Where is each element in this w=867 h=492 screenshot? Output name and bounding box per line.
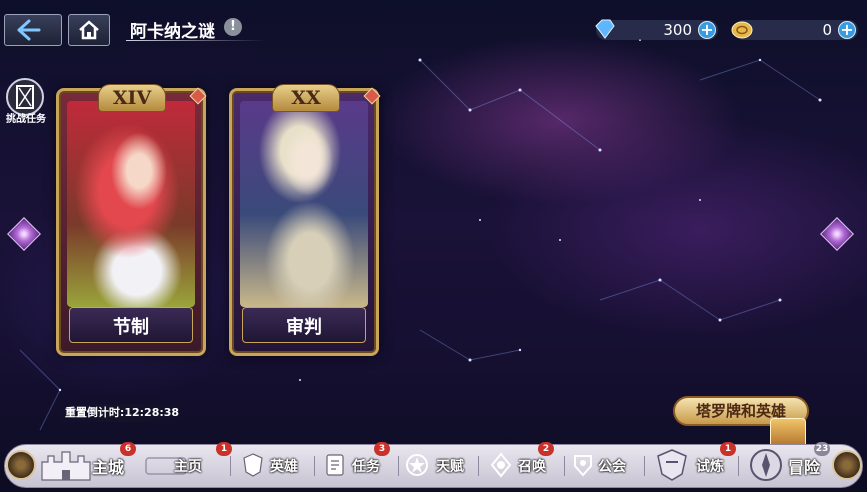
notification-badge: 2 [538, 442, 554, 456]
nav-label: 天赋 [436, 459, 464, 475]
tarot-card-temperance[interactable]: 节制 [56, 88, 206, 356]
coin-icon [731, 21, 753, 39]
card-art-temperance [67, 101, 195, 307]
nav-separator [644, 456, 645, 476]
guild-icon [574, 455, 592, 477]
notification-badge: 3 [374, 442, 390, 456]
nav-label: 英雄 [270, 459, 298, 475]
card-numeral: XX [272, 84, 340, 112]
next-arrow-button[interactable] [820, 217, 854, 251]
nav-left-ornament [6, 450, 36, 480]
home-icon [79, 20, 99, 40]
reset-countdown: 重置倒计时:12:28:38 [48, 404, 196, 422]
nav-separator [230, 456, 231, 476]
talent-star-icon [406, 454, 428, 476]
summon-icon [490, 452, 512, 478]
compass-icon [750, 449, 782, 481]
trial-helm-icon [657, 449, 687, 481]
nav-label: 召唤 [518, 459, 546, 475]
nav-item-home[interactable]: 主页 1 [144, 442, 232, 488]
diamond-count: 300 [663, 21, 692, 39]
nav-item-summon[interactable]: 召唤 2 [488, 442, 558, 488]
nav-separator [738, 456, 739, 476]
card-numeral: XIV [98, 84, 166, 112]
nav-item-heroes[interactable]: 英雄 [240, 444, 310, 488]
nav-item-main-city[interactable]: 主城 6 [38, 442, 136, 488]
nav-label: 主页 [174, 459, 202, 475]
castle-icon [41, 451, 91, 481]
nav-label: 任务 [352, 459, 380, 475]
hero-helmet-icon [243, 453, 263, 477]
nav-item-adventure[interactable]: 冒险 23 [746, 442, 832, 488]
nav-label: 公会 [598, 459, 626, 475]
add-coin-button[interactable]: + [838, 21, 856, 39]
arrow-left-icon [17, 19, 41, 41]
nav-item-talent[interactable]: 天赋 [404, 444, 474, 488]
nav-label: 冒险 [788, 458, 821, 477]
nav-separator [398, 456, 399, 476]
prev-arrow-button[interactable] [7, 217, 41, 251]
top-bar: 阿卡纳之谜 ! 300 + 0 + [0, 0, 867, 46]
nav-label: 主城 [92, 458, 125, 477]
diamond-icon [595, 19, 615, 39]
hourglass-icon [16, 85, 34, 109]
coin-currency: 0 + [731, 20, 858, 40]
diamond-currency: 300 + [595, 19, 718, 40]
nav-label: 试炼 [696, 459, 724, 475]
back-button[interactable] [4, 14, 62, 46]
nav-item-trial[interactable]: 试炼 1 [654, 442, 736, 488]
tarot-card-judgement[interactable]: 审判 [229, 88, 379, 356]
card-art-judgement [240, 101, 368, 307]
info-icon[interactable]: ! [224, 18, 242, 36]
nav-separator [478, 456, 479, 476]
nav-separator [564, 456, 565, 476]
add-diamond-button[interactable]: + [698, 21, 716, 39]
notification-badge: 1 [720, 442, 736, 456]
nav-right-ornament [832, 450, 862, 480]
title-underline [126, 40, 266, 41]
notification-badge: 1 [216, 442, 232, 456]
card-name: 节制 [113, 317, 149, 338]
notification-badge: 6 [120, 442, 136, 456]
page-title: 阿卡纳之谜 [130, 22, 215, 42]
coin-count: 0 [822, 21, 832, 39]
notification-badge: 23 [814, 442, 830, 456]
card-name: 审判 [286, 317, 322, 338]
scroll-icon [326, 454, 344, 476]
challenge-task-label: 挑战任务 [6, 114, 46, 125]
nav-item-guild[interactable]: 公会 [570, 444, 640, 488]
nav-item-tasks[interactable]: 任务 3 [322, 442, 392, 488]
nav-separator [314, 456, 315, 476]
home-button[interactable] [68, 14, 110, 46]
